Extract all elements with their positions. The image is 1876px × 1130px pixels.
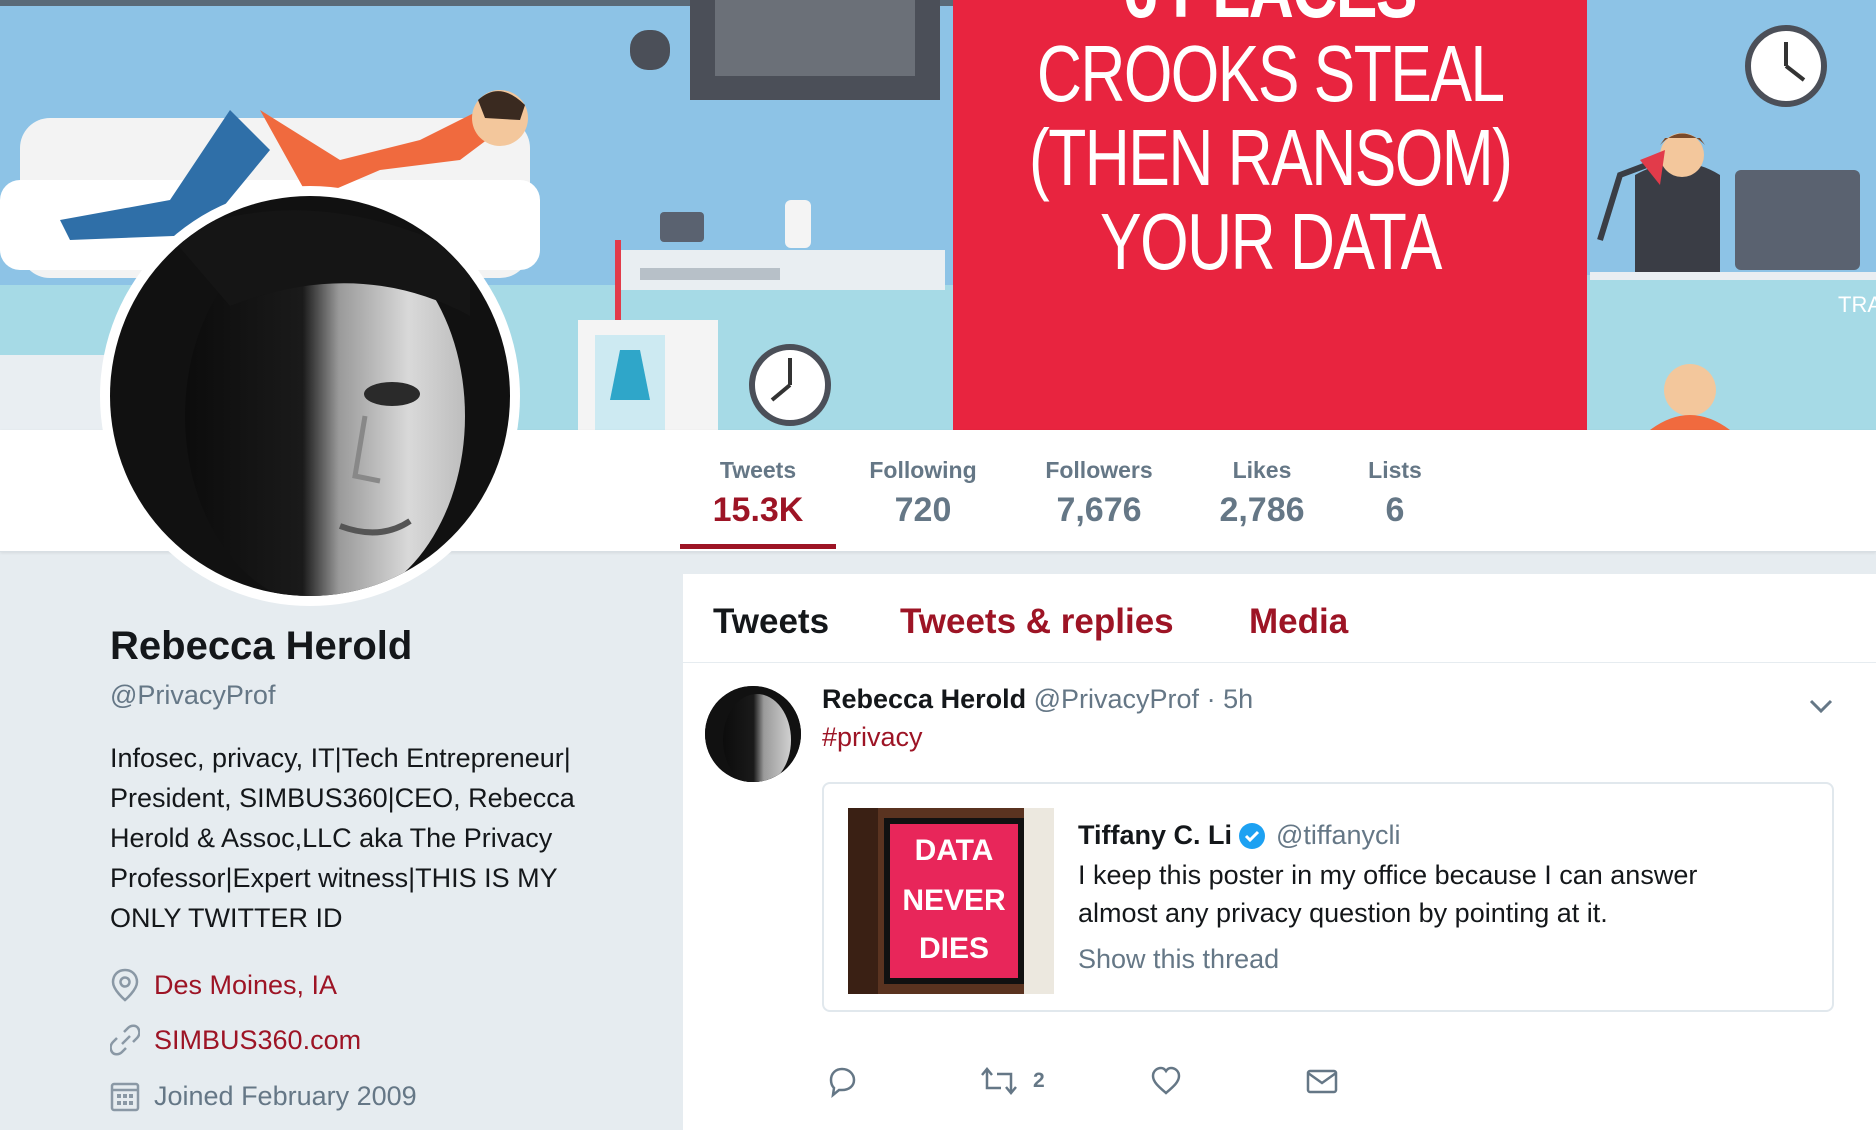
location-pin-icon	[111, 968, 139, 1002]
poster-word: DIES	[919, 932, 989, 965]
banner-headline-line: CROOKS STEAL	[1036, 29, 1505, 118]
active-stat-underline	[680, 544, 836, 549]
profile-bio: Infosec, privacy, IT|Tech Entrepreneur| …	[110, 738, 610, 938]
quoted-tweet-image[interactable]: DATA NEVER DIES	[848, 808, 1054, 994]
show-thread-link[interactable]: Show this thread	[1078, 944, 1279, 975]
poster-word: DATA	[915, 834, 994, 867]
stat-label: Likes	[1232, 457, 1292, 483]
like-button[interactable]	[1149, 1064, 1183, 1098]
bio-line: ONLY TWITTER ID	[110, 903, 343, 933]
quoted-text-line: almost any privacy question by pointing …	[1078, 898, 1608, 928]
stat-value: 720	[894, 491, 952, 529]
stat-followers[interactable]: Followers 7,676	[1028, 456, 1170, 530]
tweet-author-name[interactable]: Rebecca Herold	[822, 684, 1026, 714]
stat-tweets[interactable]: Tweets 15.3K	[684, 456, 832, 530]
timeline-tabs: Tweets Tweets & replies Media	[683, 574, 1876, 663]
stat-value: 2,786	[1219, 491, 1305, 529]
profile-website[interactable]: SIMBUS360.com	[110, 1024, 361, 1056]
profile-handle[interactable]: @PrivacyProf	[110, 680, 275, 711]
retweet-count: 2	[1033, 1069, 1045, 1092]
bio-line: President, SIMBUS360|CEO, Rebecca	[110, 783, 575, 813]
stat-label: Followers	[1045, 457, 1153, 483]
poster-word: NEVER	[902, 884, 1006, 917]
stat-label: Following	[869, 457, 977, 483]
stat-following[interactable]: Following 720	[852, 456, 994, 530]
tweet-avatar[interactable]	[705, 686, 801, 782]
stat-value: 7,676	[1056, 491, 1142, 529]
banner-headline-line: YOUR DATA	[1099, 197, 1442, 286]
profile-page: TRAC 6 PLACES CROOKS STEAL (THEN RANSOM)…	[0, 0, 1876, 1130]
stat-value: 6	[1385, 491, 1405, 529]
avatar-photo	[110, 196, 510, 596]
reply-button[interactable]	[825, 1064, 859, 1098]
quoted-text-line: I keep this poster in my office because …	[1078, 860, 1698, 890]
tab-tweets[interactable]: Tweets	[713, 602, 829, 642]
verified-badge-icon	[1239, 822, 1266, 849]
stat-value: 15.3K	[712, 491, 804, 529]
envelope-icon	[1306, 1069, 1338, 1094]
quoted-author-handle[interactable]: @tiffanycli	[1276, 820, 1400, 851]
joined-text: Joined February 2009	[154, 1080, 417, 1111]
bio-line: Herold & Assoc,LLC aka The Privacy	[110, 823, 553, 853]
profile-name[interactable]: Rebecca Herold	[110, 624, 412, 669]
timeline: Tweets Tweets & replies Media Rebecca He…	[683, 574, 1876, 1130]
stat-lists[interactable]: Lists 6	[1350, 456, 1440, 530]
profile-avatar[interactable]	[100, 186, 520, 606]
reply-icon	[829, 1067, 856, 1098]
banner-headline-line: 6 PLACES	[1124, 0, 1418, 32]
retweet-icon	[981, 1067, 1017, 1095]
quoted-author: Tiffany C. Li @tiffanycli	[1078, 820, 1400, 851]
bio-line: Professor|Expert witness|THIS IS MY	[110, 863, 558, 893]
link-icon	[110, 1024, 140, 1056]
banner-side-text: TRAC	[1838, 292, 1876, 317]
tweet-header: Rebecca Herold @PrivacyProf · 5h	[822, 684, 1253, 715]
profile-joined: Joined February 2009	[110, 1080, 417, 1112]
quoted-tweet-text: I keep this poster in my office because …	[1078, 856, 1798, 932]
direct-message-button[interactable]	[1305, 1064, 1339, 1098]
chevron-down-icon[interactable]	[1801, 686, 1841, 726]
banner-headline: 6 PLACES CROOKS STEAL (THEN RANSOM) YOUR…	[953, 0, 1587, 430]
website-link[interactable]: SIMBUS360.com	[154, 1025, 361, 1056]
stat-label: Lists	[1368, 457, 1422, 483]
bio-line: Infosec, privacy, IT|Tech Entrepreneur|	[110, 743, 571, 773]
retweet-button[interactable]: 2	[979, 1064, 1045, 1098]
heart-icon	[1151, 1066, 1181, 1095]
tweet-author-handle[interactable]: @PrivacyProf	[1034, 684, 1199, 714]
stat-label: Tweets	[719, 457, 797, 483]
tab-media[interactable]: Media	[1249, 602, 1348, 642]
stat-likes[interactable]: Likes 2,786	[1202, 456, 1322, 530]
tab-tweets-replies[interactable]: Tweets & replies	[900, 602, 1174, 642]
calendar-icon	[110, 1082, 140, 1112]
banner-headline-line: (THEN RANSOM)	[1028, 113, 1513, 202]
tweet-hashtag[interactable]: #privacy	[822, 722, 923, 753]
profile-location[interactable]: Des Moines, IA	[110, 968, 337, 1002]
quoted-author-name[interactable]: Tiffany C. Li	[1078, 820, 1232, 851]
location-text[interactable]: Des Moines, IA	[154, 970, 337, 1001]
tweet-timestamp[interactable]: · 5h	[1207, 684, 1254, 714]
quoted-tweet[interactable]: DATA NEVER DIES Tiffany C. Li @tiffanycl…	[822, 782, 1834, 1012]
